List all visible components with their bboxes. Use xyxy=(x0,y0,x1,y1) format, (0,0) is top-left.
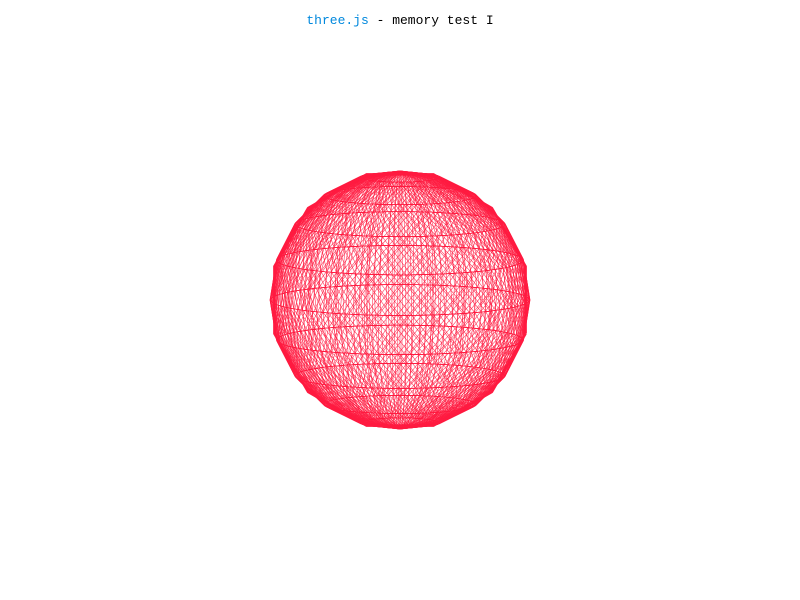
wireframe-sphere xyxy=(269,170,531,430)
page-title: - memory test I xyxy=(368,13,494,28)
info-header: three.js - memory test I xyxy=(0,12,800,30)
webgl-canvas[interactable] xyxy=(0,0,800,600)
threejs-link[interactable]: three.js xyxy=(306,13,368,28)
